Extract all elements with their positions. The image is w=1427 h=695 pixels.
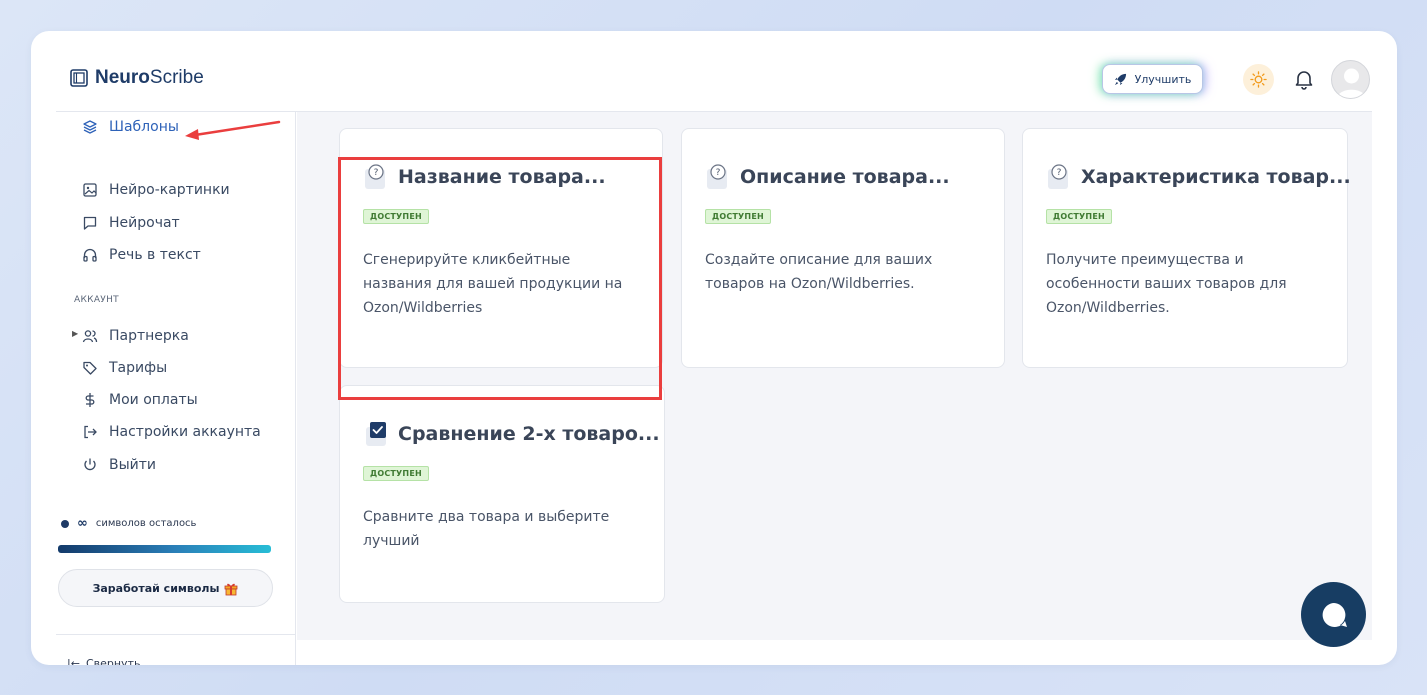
logo[interactable]: NeuroScribe xyxy=(70,67,204,89)
sidebar-item-logout[interactable]: Выйти xyxy=(82,455,156,475)
credits-count: ∞ xyxy=(77,516,88,531)
template-card[interactable]: ? Название товара... ДОСТУПЕН Сгенерируй… xyxy=(339,128,663,368)
card-description: Получите преимущества и особенности ваши… xyxy=(1046,252,1287,316)
sidebar: Шаблоны Нейро-картинки Нейрочат Речь в т… xyxy=(56,112,296,665)
headphones-icon xyxy=(83,248,97,262)
template-card[interactable]: ? Описание товара... ДОСТУПЕН Создайте о… xyxy=(681,128,1005,368)
power-icon xyxy=(84,458,96,471)
sidebar-item-account-settings[interactable]: Настройки аккаунта xyxy=(82,422,261,442)
sidebar-item-label: Нейрочат xyxy=(109,215,180,231)
dollar-icon xyxy=(85,393,95,407)
support-chat-button[interactable] xyxy=(1301,582,1366,647)
users-icon xyxy=(82,330,98,343)
status-badge: ДОСТУПЕН xyxy=(705,209,771,224)
sidebar-item-payments[interactable]: Мои оплаты xyxy=(82,390,198,410)
card-title: Характеристика товар... xyxy=(1081,166,1351,188)
question-note-icon: ? xyxy=(1048,164,1068,189)
template-card[interactable]: ? Характеристика товар... ДОСТУПЕН Получ… xyxy=(1022,128,1351,368)
logo-icon xyxy=(70,69,88,87)
earn-symbols-button[interactable]: Заработай символы xyxy=(58,569,273,607)
sidebar-item-label: Речь в текст xyxy=(109,247,201,263)
red-pointer-arrow xyxy=(185,120,281,140)
sidebar-item-label: Партнерка xyxy=(109,328,189,344)
card-title: Название товара... xyxy=(398,166,606,188)
sidebar-item-neuro-images[interactable]: Нейро-картинки xyxy=(82,180,230,200)
sidebar-item-label: Тарифы xyxy=(109,360,168,376)
card-title: Сравнение 2-х товаро... xyxy=(398,423,660,445)
layers-icon xyxy=(83,120,97,134)
app-window: NeuroScribe Улучшить Шаблоны Нейро-карти… xyxy=(31,31,1397,665)
sidebar-item-label: Нейро-картинки xyxy=(109,182,230,198)
credits-label: символов осталось xyxy=(95,518,197,529)
main-content: ? Название товара... ДОСТУПЕН Сгенерируй… xyxy=(297,112,1372,640)
gift-icon xyxy=(225,583,238,595)
chat-bubble-icon xyxy=(83,216,97,230)
sidebar-item-label: Настройки аккаунта xyxy=(109,424,261,440)
question-note-icon: ? xyxy=(707,164,727,189)
sidebar-item-partners[interactable]: Партнерка xyxy=(82,326,189,346)
status-badge: ДОСТУПЕН xyxy=(363,466,429,481)
credits-remaining: ∞ символов осталось xyxy=(61,516,196,531)
svg-text:?: ? xyxy=(374,168,379,178)
collapse-button[interactable]: |← Свернуть xyxy=(67,657,140,665)
top-header: NeuroScribe Улучшить xyxy=(56,31,1372,112)
chat-icon xyxy=(1322,602,1347,627)
card-description: Создайте описание для ваших товаров на O… xyxy=(705,252,933,292)
sidebar-divider xyxy=(56,634,296,635)
user-avatar-icon xyxy=(1337,68,1366,98)
card-description: Сгенерируйте кликбейтные названия для ва… xyxy=(363,252,623,316)
expand-caret-icon[interactable]: ▶ xyxy=(72,329,78,338)
brand-name: NeuroScribe xyxy=(95,67,204,88)
avatar[interactable] xyxy=(1331,60,1370,99)
logout-arrow-icon xyxy=(84,425,97,439)
status-badge: ДОСТУПЕН xyxy=(363,209,429,224)
sidebar-item-tariffs[interactable]: Тарифы xyxy=(82,358,167,378)
bell-icon[interactable] xyxy=(1293,68,1315,90)
sun-icon xyxy=(1250,71,1267,88)
sidebar-item-neurochat[interactable]: Нейрочат xyxy=(82,213,180,233)
svg-text:?: ? xyxy=(1057,168,1062,178)
rocket-icon xyxy=(1114,73,1126,85)
sidebar-item-label: Шаблоны xyxy=(109,119,179,135)
card-title: Описание товара... xyxy=(740,166,950,188)
status-dot xyxy=(61,519,69,528)
collapse-icon: |← xyxy=(67,657,80,665)
checkbox-note-icon xyxy=(366,422,386,446)
sidebar-item-label: Мои оплаты xyxy=(109,392,198,408)
sidebar-item-templates[interactable]: Шаблоны xyxy=(82,117,179,137)
card-description: Сравните два товара и выберите лучший xyxy=(363,509,610,549)
question-note-icon: ? xyxy=(365,164,385,189)
template-card[interactable]: Сравнение 2-х товаро... ДОСТУПЕН Сравнит… xyxy=(339,385,665,603)
collapse-label: Свернуть xyxy=(85,657,141,665)
sidebar-item-speech-to-text[interactable]: Речь в текст xyxy=(82,245,201,265)
earn-symbols-label: Заработай символы xyxy=(92,581,220,595)
sidebar-item-label: Выйти xyxy=(109,457,157,473)
upgrade-label: Улучшить xyxy=(1134,72,1192,86)
svg-text:?: ? xyxy=(716,168,721,178)
status-badge: ДОСТУПЕН xyxy=(1046,209,1112,224)
account-section-title: АККАУНТ xyxy=(74,295,119,305)
tag-icon xyxy=(83,361,97,375)
upgrade-button[interactable]: Улучшить xyxy=(1102,64,1203,94)
image-icon xyxy=(83,183,97,197)
credits-progress-bar xyxy=(58,545,271,553)
theme-toggle-button[interactable] xyxy=(1243,64,1274,95)
